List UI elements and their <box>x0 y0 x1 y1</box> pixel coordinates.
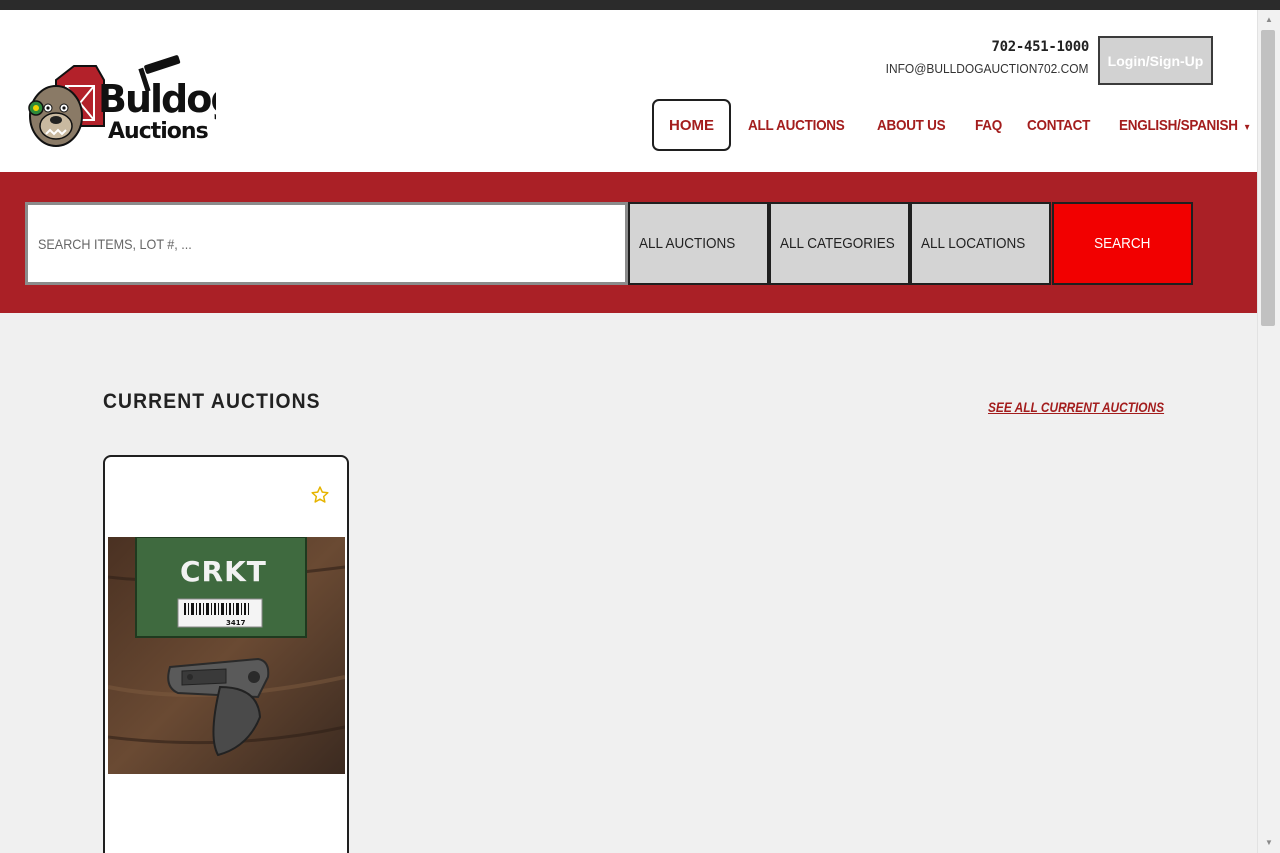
nav-home[interactable]: HOME <box>652 99 731 151</box>
filter-all-categories-select[interactable]: ALL CATEGORIES <box>769 202 910 285</box>
search-placeholder: SEARCH ITEMS, LOT #, ... <box>38 235 192 252</box>
email-address[interactable]: INFO@BULLDOGAUCTION702.COM <box>886 61 1089 76</box>
nav-language[interactable]: ENGLISH/SPANISH ▼ <box>1119 117 1251 134</box>
star-outline-icon[interactable] <box>310 485 330 505</box>
search-band: SEARCH ITEMS, LOT #, ... ALL AUCTIONS AL… <box>0 172 1257 313</box>
nav-all-auctions[interactable]: ALL AUCTIONS <box>748 117 845 134</box>
bulldog-auctions-logo[interactable]: Buldog Auctions <box>26 50 216 162</box>
scroll-up-arrow-icon[interactable]: ▲ <box>1258 12 1280 28</box>
box-brand-text: CRKT <box>180 555 267 588</box>
caret-down-icon: ▼ <box>1243 121 1252 132</box>
filter-all-auctions-select[interactable]: ALL AUCTIONS <box>628 202 769 285</box>
current-auctions-title: CURRENT AUCTIONS <box>103 390 321 413</box>
page-viewport: Buldog Auctions 702-451-1000 INFO@BULLDO… <box>0 10 1257 853</box>
phone-number[interactable]: 702-451-1000 <box>868 39 1089 55</box>
search-button[interactable]: SEARCH <box>1052 202 1193 285</box>
box-lot-number: 3417 <box>226 619 246 627</box>
filter-label: ALL LOCATIONS <box>921 235 1026 252</box>
login-signup-button[interactable]: Login/Sign-Up <box>1098 36 1213 85</box>
site-header: Buldog Auctions 702-451-1000 INFO@BULLDO… <box>0 10 1257 172</box>
nav-faq[interactable]: FAQ <box>975 117 1002 134</box>
scrollbar-thumb[interactable] <box>1261 30 1275 326</box>
main-nav: HOME ALL AUCTIONS ABOUT US FAQ CONTACT E… <box>652 99 1257 151</box>
logo-word-auctions: Auctions <box>108 119 209 144</box>
filter-all-locations-select[interactable]: ALL LOCATIONS <box>910 202 1051 285</box>
contact-info: 702-451-1000 INFO@BULLDOGAUCTION702.COM <box>868 39 1089 76</box>
see-all-current-auctions-link[interactable]: SEE ALL CURRENT AUCTIONS <box>988 399 1164 415</box>
filter-label: ALL AUCTIONS <box>639 235 736 252</box>
nav-language-label: ENGLISH/SPANISH <box>1119 116 1238 134</box>
auction-item-photo[interactable]: CRKT 3417 <box>108 537 345 774</box>
nav-contact[interactable]: CONTACT <box>1027 117 1090 134</box>
nav-about-us[interactable]: ABOUT US <box>877 117 946 134</box>
search-input[interactable]: SEARCH ITEMS, LOT #, ... <box>25 202 628 285</box>
scroll-down-arrow-icon[interactable]: ▼ <box>1258 835 1280 851</box>
filter-label: ALL CATEGORIES <box>780 235 895 252</box>
search-button-label: SEARCH <box>1094 235 1151 252</box>
logo-word-bulldog: Buldog <box>98 77 216 121</box>
auction-card[interactable]: CRKT 3417 <box>103 455 349 853</box>
vertical-scrollbar[interactable]: ▲ ▼ <box>1257 10 1280 853</box>
